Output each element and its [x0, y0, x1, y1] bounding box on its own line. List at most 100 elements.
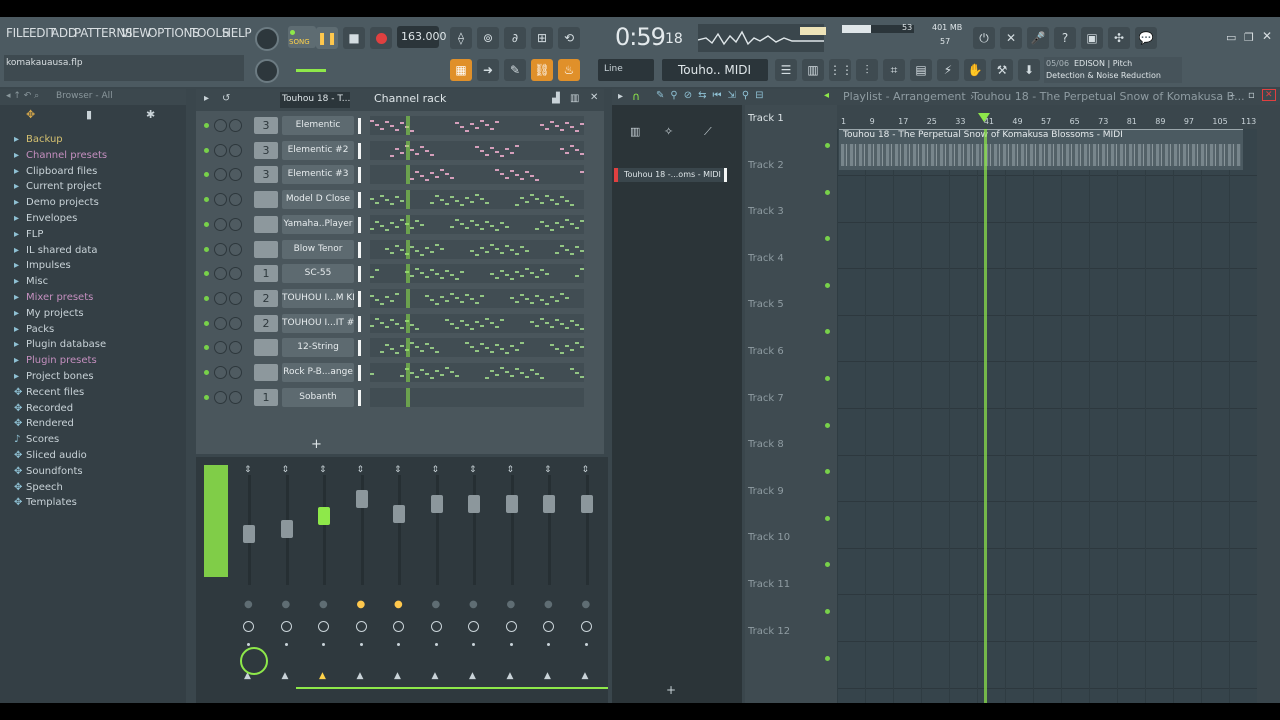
channel-pan-knob[interactable] — [214, 366, 227, 379]
playlist-grid[interactable]: Touhou 18 - The Perpetual Snow of Komaku… — [837, 129, 1257, 703]
channel-select-indicator[interactable] — [358, 167, 361, 184]
wait-input-icon[interactable]: ⊚ — [477, 27, 499, 49]
channel-volume-knob[interactable] — [229, 168, 242, 182]
news-panel[interactable]: 05/06 EDISON | Pitch Detection & Noise R… — [1044, 57, 1182, 83]
picker-add-icon[interactable]: + — [666, 683, 676, 697]
channel-mute-led[interactable] — [204, 394, 209, 400]
route-knob[interactable] — [393, 621, 404, 632]
channel-select-indicator[interactable] — [358, 142, 361, 159]
route-arrow-icon[interactable]: ▲ — [432, 671, 439, 681]
picker-pattern-item[interactable]: Touhou 18 -...oms - MIDI — [614, 168, 726, 182]
master-pitch-slider[interactable] — [296, 69, 326, 72]
track-mute-led[interactable] — [825, 236, 830, 242]
picker-piano-icon[interactable]: ▥ — [630, 125, 640, 138]
mixer-icon[interactable]: ⫶ — [856, 59, 878, 81]
browser-item-soundfonts[interactable]: ✥ Soundfonts — [14, 466, 83, 477]
fx-slot-icon[interactable]: ● — [507, 599, 516, 610]
pan-arrow-icon[interactable]: ⇕ — [394, 465, 402, 475]
pan-arrow-icon[interactable]: ⇕ — [282, 465, 290, 475]
channel-pattern-preview[interactable] — [370, 264, 584, 284]
track-mute-led[interactable] — [825, 562, 830, 568]
track-mute-led[interactable] — [825, 422, 830, 428]
browser-item-recent-files[interactable]: ✥ Recent files — [14, 387, 84, 398]
channel-volume-knob[interactable] — [229, 316, 242, 330]
channel-mute-led[interactable] — [204, 320, 209, 326]
pencil-icon[interactable]: ✎ — [504, 59, 526, 81]
channel-select-indicator[interactable] — [358, 216, 361, 233]
channel-row[interactable]: 3 Elementic — [202, 115, 597, 137]
fader-handle[interactable] — [355, 490, 368, 508]
browser-item-mixer-presets[interactable]: ▸ Mixer presets — [14, 292, 93, 303]
channel-volume-knob[interactable] — [229, 390, 242, 404]
route-arrow-icon[interactable]: ▲ — [357, 671, 364, 681]
channel-name-button[interactable]: Sobanth — [282, 387, 354, 407]
master-volume-knob[interactable] — [255, 27, 279, 51]
channel-pan-knob[interactable] — [214, 242, 227, 256]
menu-view[interactable]: VIEW — [121, 26, 151, 40]
arrow-right-icon[interactable]: ➜ — [477, 59, 499, 81]
channel-mixer-track[interactable]: 1 — [254, 388, 278, 406]
channel-pattern-preview[interactable] — [370, 387, 584, 407]
channel-select-indicator[interactable] — [358, 241, 361, 258]
browser-item-plugin-database[interactable]: ▸ Plugin database — [14, 339, 106, 350]
song-time[interactable]: 0:59 — [615, 23, 666, 51]
pan-arrow-icon[interactable]: ⇕ — [469, 465, 477, 475]
fader-handle[interactable] — [505, 495, 518, 513]
fx-slot-icon[interactable]: ● — [282, 599, 291, 610]
pat-song-toggle[interactable]: SONG — [288, 26, 316, 48]
channel-row[interactable]: 1 Sobanth — [202, 387, 597, 409]
route-knob[interactable] — [543, 621, 554, 632]
channel-volume-knob[interactable] — [229, 267, 242, 281]
channel-row[interactable]: 1 SC-55 — [202, 263, 597, 285]
playhead-marker-icon[interactable] — [978, 113, 990, 122]
browser-item-demo-projects[interactable]: ▸ Demo projects — [14, 197, 99, 208]
pan-arrow-icon[interactable]: ⇕ — [432, 465, 440, 475]
channel-name-button[interactable]: 12-String — [282, 338, 354, 358]
playlist-view-icon[interactable]: ▦ — [450, 59, 472, 81]
fader-handle[interactable] — [580, 495, 593, 513]
mixer-insert-strip[interactable]: ⇕ ● ▲ — [270, 465, 306, 695]
channel-row[interactable]: Blow Tenor — [202, 239, 597, 261]
browser-item-impulses[interactable]: ▸ Impulses — [14, 260, 71, 271]
route-arrow-icon[interactable]: ▲ — [582, 671, 589, 681]
channel-mixer-track[interactable]: 3 — [254, 141, 278, 159]
track-header-label[interactable]: Track 2 — [748, 160, 784, 171]
channel-pan-knob[interactable] — [214, 316, 227, 330]
channel-name-button[interactable]: Rock P-B...ange — [282, 363, 354, 382]
channel-pattern-preview[interactable] — [370, 140, 584, 160]
track-mute-led[interactable] — [825, 655, 830, 661]
step-edit-icon[interactable]: ⊞ — [531, 27, 553, 49]
time-ruler[interactable]: 1 9 17 25 33 41 49 57 65 73 81 89 97 105 113 — [837, 113, 1257, 129]
menu-help[interactable]: HELP — [222, 26, 252, 40]
channel-mute-led[interactable] — [204, 123, 209, 128]
browser-item-misc[interactable]: ▸ Misc — [14, 276, 48, 287]
channel-row[interactable]: 3 Elementic #3 — [202, 164, 597, 186]
browser-item-backup[interactable]: ▸ Backup — [14, 134, 63, 145]
help-icon[interactable]: ? — [1054, 27, 1076, 49]
browser-item-channel-presets[interactable]: ▸ Channel presets — [14, 150, 107, 161]
playlist-icon[interactable]: ☰ — [775, 59, 797, 81]
channel-volume-knob[interactable] — [229, 291, 242, 305]
mixer-insert-strip[interactable]: ⇕ ● ▲ — [495, 465, 531, 695]
playlist-close-icon[interactable]: ✕ — [1262, 89, 1276, 101]
track-mute-led[interactable] — [825, 376, 830, 381]
fx-slot-icon[interactable]: ● — [582, 599, 591, 610]
graph-editor-icon[interactable]: ▟ — [552, 93, 560, 104]
fader-handle[interactable] — [393, 505, 405, 523]
mixer-insert-strip[interactable]: ⇕ ● ▲ — [345, 465, 381, 695]
browser-item-plugin-presets[interactable]: ▸ Plugin presets — [14, 355, 97, 366]
channel-pan-knob[interactable] — [214, 119, 227, 132]
channel-pan-knob[interactable] — [214, 291, 227, 305]
channel-mute-led[interactable] — [204, 370, 209, 375]
channel-name-button[interactable]: Elementic #2 — [282, 140, 354, 160]
clipboard-icon[interactable]: ▤ — [910, 59, 932, 81]
pattern-selector[interactable]: Touho.. MIDI — [662, 59, 768, 81]
menu-add[interactable]: ADD — [51, 26, 77, 40]
channel-select-indicator[interactable] — [358, 389, 361, 406]
stamp-icon[interactable]: ♨ — [558, 59, 580, 81]
track-header-label[interactable]: Track 5 — [748, 299, 784, 310]
channel-volume-knob[interactable] — [229, 143, 242, 157]
channel-pattern-preview[interactable] — [370, 288, 584, 308]
metronome-icon[interactable]: ⟠ — [450, 27, 472, 49]
fader-handle[interactable] — [430, 495, 443, 513]
